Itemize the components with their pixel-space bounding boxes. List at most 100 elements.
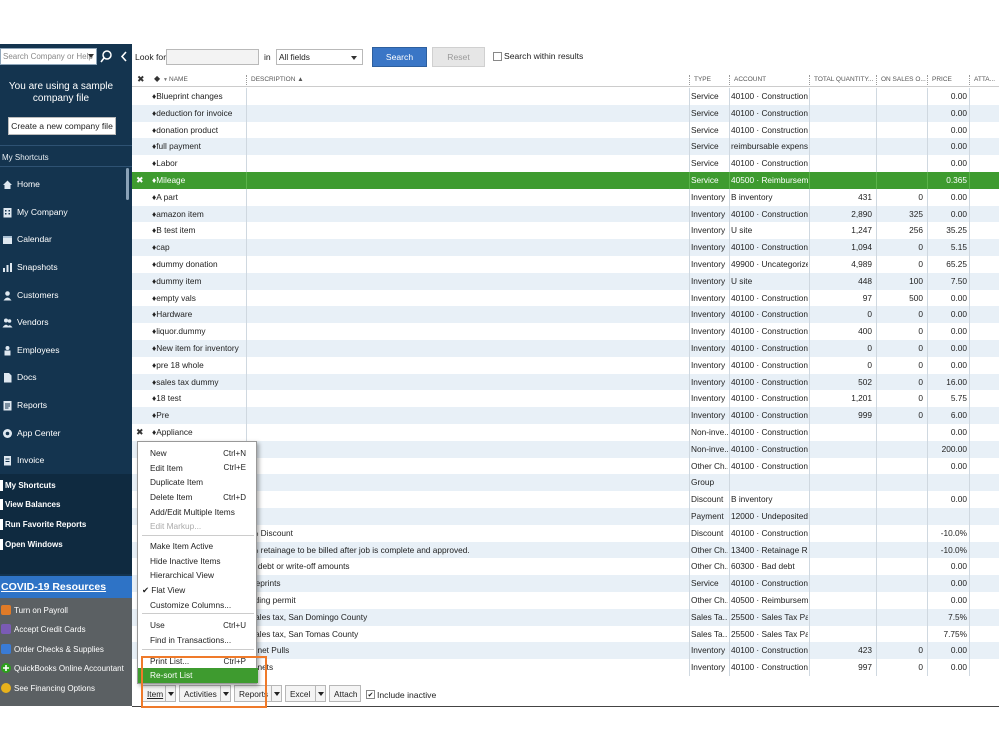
table-row[interactable]: % retainage to be billed after job is co… [132,541,999,559]
col-account[interactable]: ACCOUNT [734,76,766,83]
attach-button[interactable]: Attach [329,685,361,702]
table-row[interactable]: Discount B inventory 0.00 [132,491,999,508]
menu-item-hierarchical-view[interactable]: Hierarchical View [138,568,258,583]
nav-my-company[interactable]: My Company [0,199,126,225]
table-row[interactable]: ♦liquor.dummy Inventory ...40100 · Constr… [132,323,999,340]
column-divider[interactable] [689,75,690,85]
search-icon[interactable] [99,48,114,65]
table-row[interactable]: Other Ch...40100 · Construction ... 0.00 [132,457,999,475]
table-row[interactable]: ♦cap Inventory ...40100 · Construction ..… [132,239,999,256]
diamond-icon[interactable]: ◆ [154,74,160,83]
table-row[interactable]: Group [132,474,999,492]
menu-item-customize-columns[interactable]: Customize Columns... [138,597,258,612]
col-type[interactable]: TYPE [694,76,711,83]
col-price[interactable]: PRICE [932,76,952,83]
table-row[interactable]: % Discount Discount 40100 · Construction .… [132,524,999,542]
table-row[interactable]: binets Inventory ...40100 · Construction … [132,659,999,676]
nav-reports[interactable]: Reports [0,392,126,418]
financing-options-link[interactable]: See Financing Options [0,679,132,697]
menu-item-new[interactable]: New Ctrl+N [138,446,258,461]
menu-item-edit-item[interactable]: Edit Item Ctrl+E [138,461,258,476]
view-balances-tab[interactable]: View Balances [0,495,132,514]
table-row[interactable]: ilding permit Other Ch... 40500 · Reimburs… [132,591,999,609]
table-row[interactable]: sales tax, San Tomas County Sales Ta... 25… [132,625,999,643]
table-row[interactable]: ♦A part Inventory ...B inventory 431 0 0.00 [132,188,999,206]
column-divider[interactable] [246,75,247,85]
my-shortcuts-tab[interactable]: My Shortcuts [0,476,132,495]
table-row[interactable]: ♦New item for inventory Inventory ...4010… [132,339,999,357]
col-description[interactable]: DESCRIPTION ▲ [251,76,304,83]
column-divider[interactable] [729,75,730,85]
run-favorite-reports-tab[interactable]: Run Favorite Reports [0,515,132,534]
nav-app-center[interactable]: App Center [0,420,126,446]
table-row[interactable]: sales tax, San Domingo County Sales Ta...… [132,608,999,626]
nav-customers[interactable]: Customers [0,282,126,308]
table-row[interactable]: ♦full payment Service reimbursable expense… [132,138,999,156]
table-row[interactable]: ♦pre 18 whole Inventory ...40100 · Constr… [132,356,999,374]
table-row[interactable]: Non-inve...40100 · Construction ... 200.0… [132,440,999,458]
qbo-accountant-link[interactable]: QuickBooks Online Accountant [0,659,132,677]
include-inactive-checkbox[interactable]: ✔ [366,690,375,699]
table-row[interactable]: ♦donation product Service 40100 · Construc… [132,121,999,139]
col-attach[interactable]: ATTA... [974,76,995,83]
col-total-quantity[interactable]: TOTAL QUANTITY... [814,76,873,83]
table-row[interactable]: ♦18 test Inventory ...40100 · Constructio… [132,390,999,408]
covid-resources-link[interactable]: COVID-19 Resources [0,576,132,598]
menu-item-duplicate-item[interactable]: Duplicate Item [138,475,258,490]
menu-item-edit-markup[interactable]: Edit Markup... [138,519,258,534]
look-for-input[interactable] [166,49,259,65]
turn-on-payroll-link[interactable]: Turn on Payroll [0,601,132,619]
reset-button[interactable]: Reset [432,47,485,67]
nav-calendar[interactable]: Calendar [0,226,126,252]
menu-item-flat-view[interactable]: ✔ Flat View [138,583,258,598]
table-row[interactable]: ♦Blueprint changes Service 40100 · Constru… [132,88,999,105]
menu-item-delete-item[interactable]: Delete Item Ctrl+D [138,490,258,505]
table-row[interactable]: ♦dummy item Inventory ...U site 448 100 7.50 [132,272,999,290]
table-row[interactable]: ♦sales tax dummy Inventory ...40100 · Con… [132,373,999,391]
nav-snapshots[interactable]: Snapshots [0,254,126,280]
nav-employees[interactable]: Employees [0,337,126,363]
close-column-icon[interactable]: ✖ [137,74,145,85]
menu-item-make-item-active[interactable]: Make Item Active [138,539,258,554]
menu-item-find-in-transactions[interactable]: Find in Transactions... [138,633,258,648]
nav-docs[interactable]: Docs [0,364,126,390]
table-row[interactable]: Payment 12000 · Undeposited... [132,507,999,525]
reports-menu-button[interactable]: Reports [234,685,282,702]
item-menu-button[interactable]: Item [142,685,176,702]
create-company-button[interactable]: Create a new company file [8,117,116,135]
column-divider[interactable] [876,75,877,85]
table-row[interactable]: ♦B test item Inventory ...U site 1,247 256 3… [132,222,999,240]
search-within-checkbox[interactable] [493,52,502,61]
nav-vendors[interactable]: Vendors [0,309,126,335]
column-divider[interactable] [927,75,928,85]
company-help-search-input[interactable]: Search Company or Help [0,48,97,65]
search-button[interactable]: Search [372,47,427,67]
table-row[interactable]: binet Pulls Inventory ...40100 · Construc… [132,642,999,660]
table-row[interactable]: ♦Pre Inventory ...40100 · Construction ..… [132,407,999,424]
chevron-down-icon[interactable] [88,54,94,58]
nav-invoice[interactable]: Invoice [0,447,126,473]
table-row[interactable]: ♦dummy donation Inventory ...49900 · Unca… [132,255,999,273]
table-row[interactable]: ♦deduction for invoice Service 40100 · Con… [132,104,999,122]
menu-item-add-edit-multiple-items[interactable]: Add/Edit Multiple Items [138,504,258,519]
nav-home[interactable]: Home [0,171,126,197]
open-windows-tab[interactable]: Open Windows [0,535,132,554]
table-row[interactable]: ♦Hardware Inventory ...40100 · Constructi… [132,306,999,324]
column-divider[interactable] [969,75,970,85]
column-divider[interactable] [809,75,810,85]
table-row[interactable]: d debt or write-off amounts Other Ch... 60… [132,558,999,576]
accept-credit-cards-link[interactable]: Accept Credit Cards [0,620,132,638]
table-row[interactable]: ♦Labor Service 40100 · Construction ... 0.0… [132,155,999,172]
excel-menu-button[interactable]: Excel [285,685,326,702]
col-on-sales-order[interactable]: ON SALES O... [881,76,926,83]
menu-item-hide-inactive-items[interactable]: Hide Inactive Items [138,554,258,569]
table-row[interactable]: ueprints Service 40100 · Construction ... 0… [132,575,999,592]
fields-select[interactable]: All fields [276,49,363,65]
table-row[interactable]: ✖ ♦Appliance Non-inve... 40100 · Constructi… [132,423,999,441]
table-row[interactable]: ♦amazon item Inventory ...40100 · Constru… [132,205,999,223]
order-checks-link[interactable]: Order Checks & Supplies [0,640,132,658]
table-row[interactable]: ✖ ♦Mileage Service 40500 · Reimbursem... 0.3… [132,171,999,189]
menu-item-re-sort-list[interactable]: Re-sort List [138,668,258,683]
activities-menu-button[interactable]: Activities [179,685,231,702]
collapse-arrow-icon[interactable] [117,48,132,65]
